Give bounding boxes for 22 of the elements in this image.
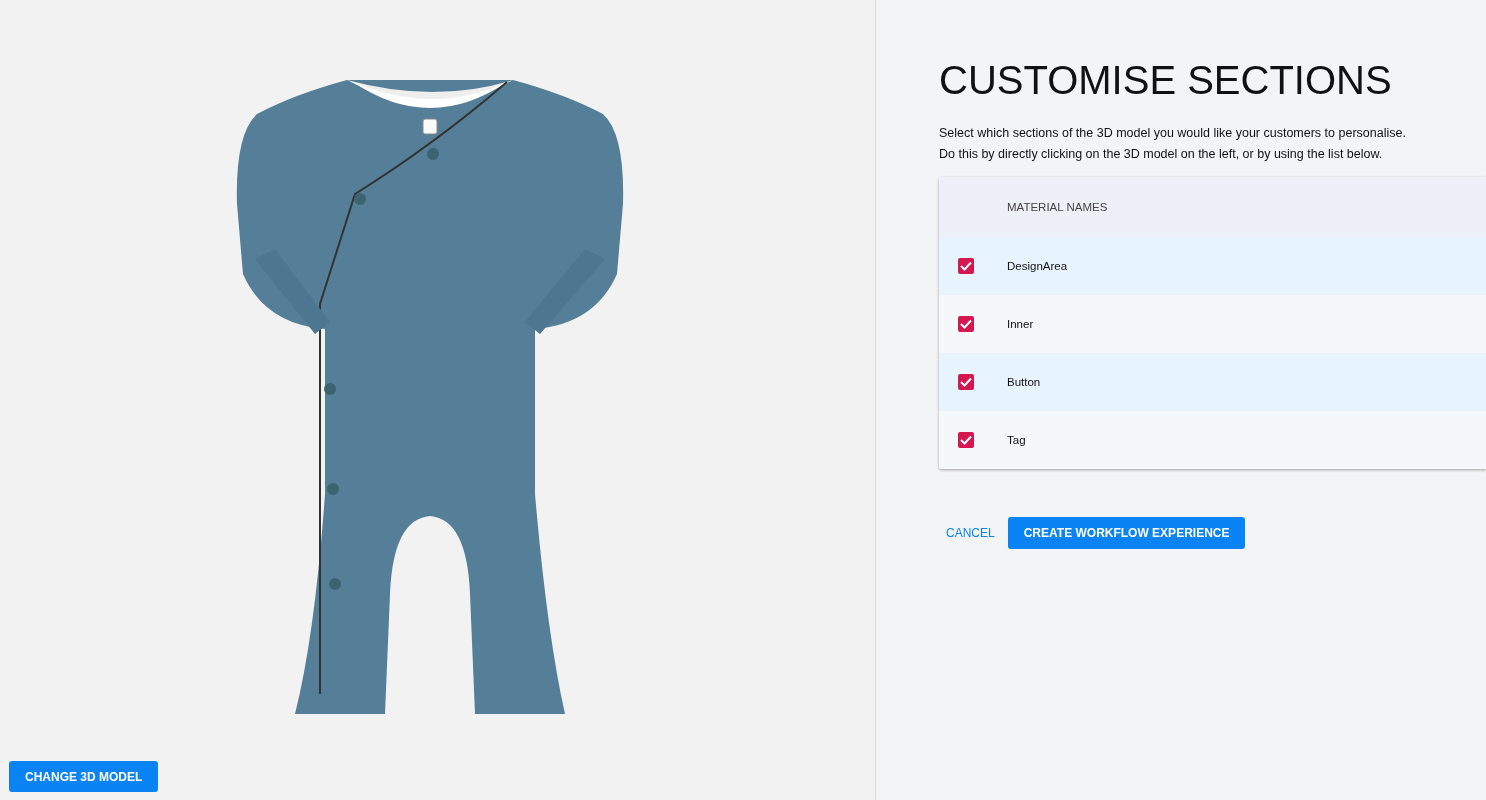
table-row[interactable]: Button [939, 353, 1486, 411]
checkbox[interactable] [958, 374, 974, 390]
description-text: Select which sections of the 3D model you would like your customers to personalise. [939, 125, 1407, 142]
table-row[interactable]: Tag [939, 411, 1486, 469]
checkbox[interactable] [958, 258, 974, 274]
table-row[interactable]: DesignArea [939, 237, 1486, 295]
checkbox[interactable] [958, 316, 974, 332]
checkbox[interactable] [958, 432, 974, 448]
check-icon [960, 261, 972, 271]
table-row[interactable]: Inner [939, 295, 1486, 353]
check-icon [960, 377, 972, 387]
check-icon [960, 319, 972, 329]
change-model-button[interactable]: CHANGE 3D MODEL [9, 761, 159, 792]
create-workflow-button[interactable]: CREATE WORKFLOW EXPERIENCE [1007, 517, 1246, 549]
table-cell: Tag [1007, 434, 1026, 446]
page-title: CUSTOMISE SECTIONS [939, 58, 1393, 103]
table-cell: Button [1007, 376, 1041, 388]
description-text: Do this by directly clicking on the 3D model on the left, or by using the list below. [939, 146, 1384, 163]
check-icon [960, 435, 972, 445]
column-header: MATERIAL NAMES [1007, 201, 1108, 213]
table-cell: DesignArea [1007, 260, 1068, 272]
table-cell: Inner [1007, 318, 1034, 330]
